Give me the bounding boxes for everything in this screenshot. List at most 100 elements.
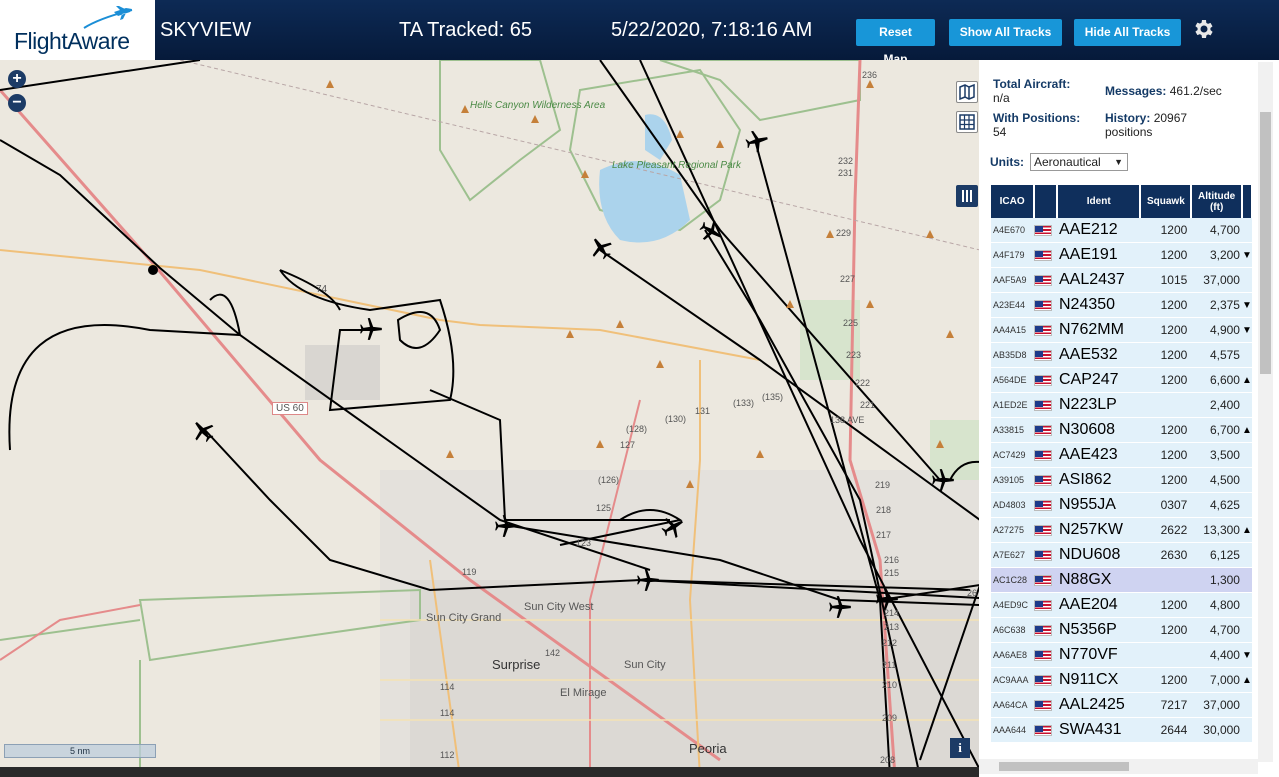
table-row[interactable]: AA6AE8 N770VF 4,400 ▼ [991,642,1252,668]
altitude-cell: 37,000 [1191,692,1242,718]
label-r128: (128) [626,424,648,434]
label-r26: 26 [967,588,978,598]
col-flag[interactable] [1034,185,1058,218]
altitude-trend-cell [1241,542,1252,568]
aircraft-icon[interactable] [744,128,770,154]
us-flag-icon [1034,700,1053,712]
label-r231: 231 [838,168,854,178]
aircraft-icon[interactable] [493,513,519,539]
altitude-trend-cell: ▲ [1241,667,1252,693]
label-r225: 225 [843,318,859,328]
map-info-button[interactable]: i [950,738,970,758]
country-flag-cell [1034,517,1057,543]
table-row[interactable]: A7E627 NDU608 2630 6,125 [991,542,1252,568]
table-row[interactable]: AAF5A9 AAL2437 1015 37,000 [991,267,1252,293]
zoom-out-button[interactable]: − [8,94,26,112]
ident-cell: N30608 [1056,417,1141,443]
flightaware-logo[interactable]: FlightAware [0,0,155,60]
label-r209: 209 [882,713,898,723]
country-flag-cell [1034,567,1057,593]
col-icao[interactable]: ICAO [991,185,1036,218]
us-flag-icon [1034,600,1053,612]
col-altitude[interactable]: Altitude (ft) [1191,185,1243,218]
table-row[interactable]: A39105 ASI862 1200 4,500 [991,467,1252,493]
icao-cell: AB35D8 [991,342,1035,368]
aircraft-icon[interactable] [930,467,956,493]
vertical-scrollbar[interactable] [1258,62,1273,762]
label-sun-city-grand: Sun City Grand [426,612,502,624]
label-r212: 212 [882,638,898,648]
table-row[interactable]: AA64CA AAL2425 7217 37,000 [991,692,1252,718]
squawk-cell: 2644 [1140,717,1192,743]
table-row[interactable]: A6C638 N5356P 1200 4,700 [991,617,1252,643]
table-row[interactable]: AA4A15 N762MM 1200 4,900 ▼ [991,317,1252,343]
us-flag-icon [1034,450,1053,462]
squawk-cell: 7217 [1140,692,1192,718]
squawk-cell: 2630 [1140,542,1192,568]
us-flag-icon [1034,650,1053,662]
table-row[interactable]: AB35D8 AAE532 1200 4,575 [991,342,1252,368]
aircraft-icon[interactable] [358,316,384,342]
table-row[interactable]: A33815 N30608 1200 6,700 ▲ [991,417,1252,443]
label-r131: 131 [695,406,711,416]
hscroll-thumb[interactable] [999,762,1129,771]
table-row[interactable]: A1ED2E N223LP 2,400 [991,392,1252,418]
table-row[interactable]: A4ED9C AAE204 1200 4,800 [991,592,1252,618]
country-flag-cell [1034,218,1057,243]
table-row[interactable]: A23E44 N24350 1200 2,375 ▼ [991,292,1252,318]
table-row[interactable]: A4F179 AAE191 1200 3,200 ▼ [991,242,1252,268]
chevron-down-icon: ▼ [1114,157,1123,167]
squawk-cell [1140,392,1192,418]
us-flag-icon [1034,550,1053,562]
table-row[interactable]: A564DE CAP247 1200 6,600 ▲ [991,367,1252,393]
table-row[interactable]: AC1C28 N88GX 1,300 [991,567,1252,593]
label-r127: 127 [620,440,636,450]
table-row[interactable]: AD4803 N955JA 0307 4,625 [991,492,1252,518]
label-r114a: 114 [440,682,455,692]
altitude-trend-cell [1241,567,1252,593]
table-row[interactable]: AC9AAA N911CX 1200 7,000 ▲ [991,667,1252,693]
reset-map-button[interactable]: Reset Map [856,19,935,66]
aircraft-icon[interactable] [698,218,724,244]
horizontal-scrollbar[interactable] [979,759,1258,774]
col-extra[interactable] [1241,185,1254,218]
show-all-tracks-button[interactable]: Show All Tracks [949,19,1062,46]
units-select-value: Aeronautical [1034,155,1101,169]
zoom-in-button[interactable]: + [8,70,26,88]
units-select[interactable]: Aeronautical ▼ [1030,153,1128,171]
gear-icon[interactable] [1191,17,1215,41]
icao-cell: A39105 [991,467,1035,493]
ident-cell: AAE191 [1056,242,1141,268]
squawk-cell: 1200 [1140,367,1192,393]
squawk-cell: 2622 [1140,517,1192,543]
country-flag-cell [1034,692,1057,718]
map-layer-button[interactable] [956,81,978,103]
grid-overlay-button[interactable] [956,111,978,133]
altitude-cell: 4,700 [1191,617,1242,643]
table-row[interactable]: AC7429 AAE423 1200 3,500 [991,442,1252,468]
aircraft-icon[interactable] [190,418,216,444]
table-row[interactable]: AAA644 SWA431 2644 30,000 [991,717,1252,743]
aircraft-icon[interactable] [635,567,661,593]
label-r125: 125 [596,503,612,513]
map-view[interactable]: Hells Canyon Wilderness Area Lake Pleasa… [0,60,979,777]
col-squawk[interactable]: Squawk [1140,185,1193,218]
scroll-thumb[interactable] [1260,112,1271,374]
aircraft-icon[interactable] [588,235,614,261]
icao-cell: A7E627 [991,542,1035,568]
table-row[interactable]: A27275 N257KW 2622 13,300 ▲ [991,517,1252,543]
label-r213: 213 [884,622,900,632]
country-flag-cell [1034,717,1057,743]
col-ident[interactable]: Ident [1056,185,1142,218]
table-row[interactable]: A4E670 AAE212 1200 4,700 [991,218,1252,243]
squawk-cell: 1200 [1140,467,1192,493]
aircraft-icon[interactable] [660,514,686,540]
country-flag-cell [1034,367,1057,393]
columns-toggle-button[interactable] [956,185,978,207]
aircraft-icon[interactable] [827,594,853,620]
squawk-cell [1140,567,1192,593]
altitude-cell: 4,575 [1191,342,1242,368]
label-sun-city-west: Sun City West [524,601,594,613]
hide-all-tracks-button[interactable]: Hide All Tracks [1074,19,1181,46]
altitude-trend-cell [1241,617,1252,643]
